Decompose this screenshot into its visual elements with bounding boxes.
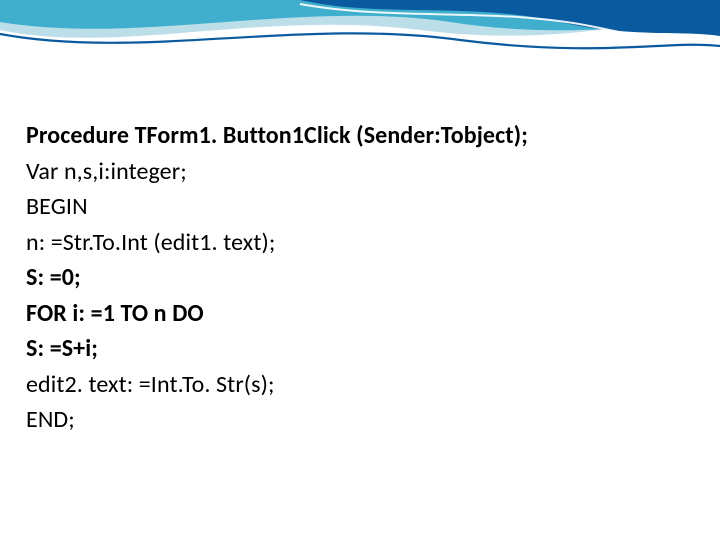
code-line-8: edit2. text: =Int.To. Str(s);: [26, 367, 690, 403]
code-line-5: S: =0;: [26, 260, 690, 296]
code-line-2: Var n,s,i:integer;: [26, 154, 690, 190]
slide: Procedure TForm1. Button1Click (Sender:T…: [0, 0, 720, 540]
code-line-4: n: =Str.To.Int (edit1. text);: [26, 225, 690, 261]
code-line-1: Procedure TForm1. Button1Click (Sender:T…: [26, 118, 690, 154]
header-wave-decoration: [0, 0, 720, 120]
code-line-6: FOR i: =1 TO n DO: [26, 296, 690, 332]
code-block: Procedure TForm1. Button1Click (Sender:T…: [26, 118, 690, 438]
code-line-9: END;: [26, 402, 690, 438]
code-line-7: S: =S+i;: [26, 331, 690, 367]
wave-svg: [0, 0, 720, 120]
code-line-3: BEGIN: [26, 189, 690, 225]
